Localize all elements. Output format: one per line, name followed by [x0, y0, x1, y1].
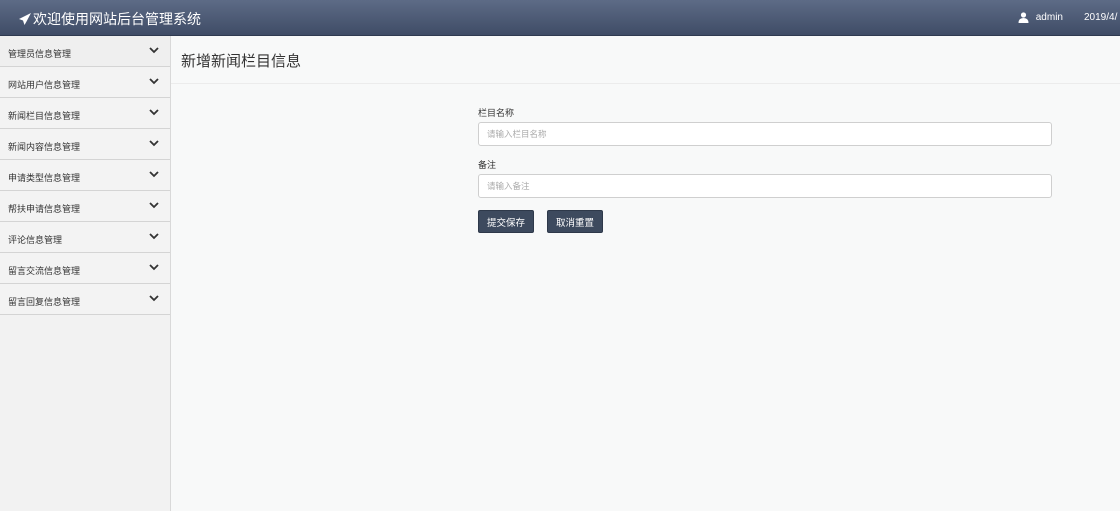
sidebar-item-assistance-applications[interactable]: 帮扶申请信息管理: [0, 191, 170, 222]
sidebar-item-admin-info[interactable]: 管理员信息管理: [0, 36, 170, 67]
sidebar-item-message-replies[interactable]: 留言回复信息管理: [0, 284, 170, 315]
brand[interactable]: 欢迎使用网站后台管理系统: [18, 9, 201, 29]
form-actions: 提交保存 取消重置: [478, 210, 604, 233]
app-title: 欢迎使用网站后台管理系统: [33, 11, 201, 27]
chevron-down-icon: [149, 47, 159, 54]
sidebar-item-label: 新闻栏目信息管理: [8, 111, 81, 121]
add-news-column-form: 栏目名称 备注 提交保存 取消重置: [478, 106, 1052, 233]
sidebar-item-label: 留言交流信息管理: [8, 266, 81, 276]
sidebar-item-label: 帮扶申请信息管理: [8, 204, 81, 214]
sidebar-item-site-users[interactable]: 网站用户信息管理: [0, 67, 170, 98]
datetime: 2019/4/: [1084, 12, 1118, 23]
user-area: admin 2019/4/: [1018, 12, 1120, 23]
chevron-down-icon: [149, 140, 159, 147]
sidebar-item-label: 留言回复信息管理: [8, 297, 81, 307]
column-name-label: 栏目名称: [478, 108, 515, 118]
paper-plane-icon: [19, 13, 31, 25]
main-content: 新增新闻栏目信息 栏目名称 备注 提交保存 取消重置: [171, 36, 1120, 511]
submit-save-button[interactable]: 提交保存: [478, 210, 535, 233]
sidebar-item-news-columns[interactable]: 新闻栏目信息管理: [0, 98, 170, 129]
sidebar-item-label: 管理员信息管理: [8, 49, 72, 59]
column-name-input[interactable]: [478, 122, 1052, 146]
chevron-down-icon: [149, 233, 159, 240]
sidebar-item-application-types[interactable]: 申请类型信息管理: [0, 160, 170, 191]
sidebar-item-label: 评论信息管理: [8, 235, 63, 245]
chevron-down-icon: [149, 78, 159, 85]
user-icon: [1018, 12, 1029, 23]
chevron-down-icon: [149, 109, 159, 116]
sidebar-item-messages[interactable]: 留言交流信息管理: [0, 253, 170, 284]
sidebar-item-label: 新闻内容信息管理: [8, 142, 81, 152]
cancel-reset-button[interactable]: 取消重置: [547, 210, 604, 233]
chevron-down-icon: [149, 202, 159, 209]
sidebar-item-label: 网站用户信息管理: [8, 80, 81, 90]
remark-input[interactable]: [478, 174, 1052, 198]
top-bar: 欢迎使用网站后台管理系统 admin 2019/4/: [0, 0, 1120, 36]
chevron-down-icon: [149, 295, 159, 302]
sidebar-item-comments[interactable]: 评论信息管理: [0, 222, 170, 253]
chevron-down-icon: [149, 171, 159, 178]
page-title: 新增新闻栏目信息: [181, 53, 302, 70]
sidebar-item-label: 申请类型信息管理: [8, 173, 81, 183]
remark-label: 备注: [478, 160, 497, 170]
page-header: 新增新闻栏目信息: [171, 36, 1120, 84]
sidebar: 管理员信息管理 网站用户信息管理 新闻栏目信息管理 新闻内容信息管理 申请类型信…: [0, 36, 171, 511]
sidebar-item-news-content[interactable]: 新闻内容信息管理: [0, 129, 170, 160]
chevron-down-icon: [149, 264, 159, 271]
username[interactable]: admin: [1036, 12, 1063, 23]
